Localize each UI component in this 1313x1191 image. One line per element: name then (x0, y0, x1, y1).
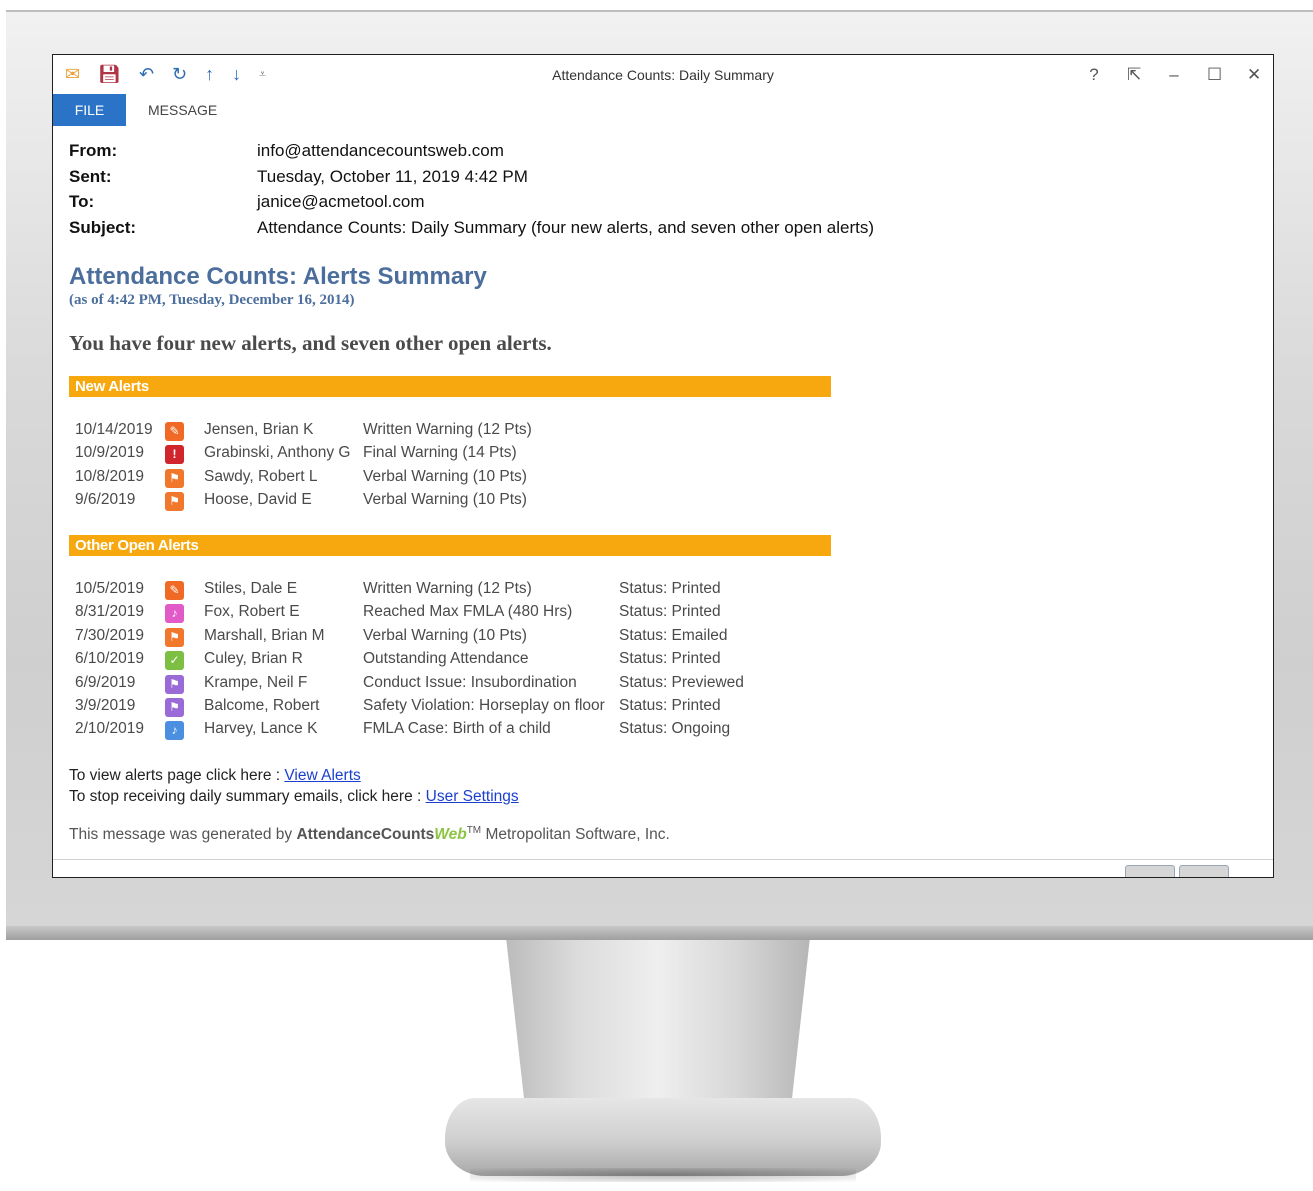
alert-employee-name: Stiles, Dale E (204, 580, 298, 597)
people-pane-toggle[interactable] (1179, 865, 1229, 877)
flag-icon: ⚑ (165, 627, 184, 647)
user-settings-link[interactable]: User Settings (426, 788, 519, 805)
view-alerts-link[interactable]: View Alerts (284, 767, 360, 784)
alert-type: FMLA Case: Birth of a child (363, 720, 551, 738)
bell-icon: ♪ (165, 604, 184, 624)
status-divider (53, 859, 1273, 860)
alert-type: Safety Violation: Horseplay on floor (363, 696, 605, 714)
close-icon[interactable]: ✕ (1247, 65, 1261, 85)
alert-type: Reached Max FMLA (480 Hrs) (363, 603, 573, 621)
monitor-stand-base (445, 1098, 881, 1176)
pencil-icon: ✎ (165, 422, 184, 441)
alert-employee-name: Sawdy, Robert L (204, 467, 318, 485)
alert-type: Final Warning (14 Pts) (363, 444, 517, 462)
alert-type: Written Warning (12 Pts) (363, 580, 532, 597)
footer-trademark: TM (466, 825, 482, 836)
footer-suffix: Metropolitan Software, Inc. (481, 826, 670, 844)
alert-employee-name: Culey, Brian R (204, 650, 303, 668)
alert-employee-name: Hoose, David E (204, 491, 312, 509)
ribbon-tabs: FILE MESSAGE (53, 94, 239, 127)
alert-date: 6/9/2019 (75, 673, 136, 691)
title-bar: ✉ 💾︎ ↶ ↻ ↑ ↓ ⩡ Attendance Counts: Daily … (53, 55, 1273, 95)
summary-message: You have four new alerts, and seven othe… (69, 331, 552, 355)
view-alerts-line: To view alerts page click here : View Al… (69, 767, 519, 788)
alert-type: Verbal Warning (10 Pts) (363, 626, 527, 644)
exclamation-icon: ! (165, 445, 184, 465)
monitor-stand-shadow (470, 1168, 856, 1182)
alert-date: 10/9/2019 (75, 444, 144, 462)
footer-prefix: This message was generated by (69, 826, 297, 844)
alert-employee-name: Jensen, Brian K (204, 421, 314, 438)
alert-type: Outstanding Attendance (363, 650, 529, 668)
alert-status: Status: Emailed (619, 626, 728, 644)
alert-employee-name: Marshall, Brian M (204, 626, 325, 644)
view-alerts-prefix: To view alerts page click here : (69, 767, 285, 784)
maximize-icon[interactable]: ☐ (1207, 65, 1222, 85)
alert-status: Status: Printed (619, 603, 721, 621)
alert-date: 10/14/2019 (75, 421, 153, 438)
tab-file[interactable]: FILE (53, 94, 126, 126)
open-alerts-heading: Other Open Alerts (69, 535, 831, 556)
user-settings-line: To stop receiving daily summary emails, … (69, 788, 519, 809)
email-links: To view alerts page click here : View Al… (69, 767, 519, 809)
alert-status: Status: Printed (619, 696, 721, 714)
bell-icon: ♪ (165, 721, 184, 741)
minimize-icon[interactable]: – (1167, 65, 1181, 85)
to-value: janice@acmetool.com (257, 192, 425, 211)
monitor-stand-neck (506, 940, 810, 1110)
alert-type: Verbal Warning (10 Pts) (363, 491, 527, 509)
sent-label: Sent: (69, 166, 112, 186)
from-value: info@attendancecountsweb.com (257, 141, 504, 160)
alert-type: Verbal Warning (10 Pts) (363, 467, 527, 485)
alert-employee-name: Grabinski, Anthony G (204, 444, 351, 462)
alert-employee-name: Krampe, Neil F (204, 673, 308, 691)
alert-date: 10/5/2019 (75, 580, 144, 597)
ribbon-display-icon[interactable]: ⇱ (1127, 65, 1141, 85)
alert-date: 7/30/2019 (75, 626, 144, 644)
alert-status: Status: Printed (619, 650, 721, 668)
footer-note: This message was generated by Attendance… (69, 825, 670, 844)
alert-status: Status: Ongoing (619, 720, 731, 738)
alert-type: Written Warning (12 Pts) (363, 421, 532, 438)
people-pane-button[interactable] (1125, 865, 1175, 877)
summary-subtitle: (as of 4:42 PM, Tuesday, December 16, 20… (69, 292, 355, 308)
from-label: From: (69, 141, 118, 160)
email-window: ✉ 💾︎ ↶ ↻ ↑ ↓ ⩡ Attendance Counts: Daily … (52, 54, 1274, 878)
flag-icon: ⚑ (165, 697, 184, 717)
alert-date: 10/8/2019 (75, 467, 144, 485)
new-alerts-heading: New Alerts (69, 376, 831, 397)
alert-employee-name: Balcome, Robert (204, 696, 320, 714)
sent-value: Tuesday, October 11, 2019 4:42 PM (257, 166, 528, 186)
alert-employee-name: Harvey, Lance K (204, 720, 318, 738)
alert-type: Conduct Issue: Insubordination (363, 673, 577, 691)
flag-icon: ⚑ (165, 468, 184, 488)
to-label: To: (69, 192, 95, 211)
help-icon[interactable]: ? (1087, 65, 1101, 85)
tab-message[interactable]: MESSAGE (126, 94, 239, 126)
flag-icon: ⚑ (165, 492, 184, 512)
pencil-icon: ✎ (165, 581, 184, 600)
alert-status: Status: Printed (619, 580, 721, 597)
alert-date: 6/10/2019 (75, 650, 144, 668)
summary-title: Attendance Counts: Alerts Summary (69, 263, 487, 290)
monitor-bottom-edge (6, 926, 1313, 940)
subject-label: Subject: (69, 217, 137, 237)
thumbs-up-icon: ✓ (165, 651, 184, 671)
user-settings-prefix: To stop receiving daily summary emails, … (69, 788, 426, 805)
alert-employee-name: Fox, Robert E (204, 603, 300, 621)
footer-brand: AttendanceCounts (296, 826, 435, 844)
alert-date: 9/6/2019 (75, 491, 136, 509)
subject-value: Attendance Counts: Daily Summary (four n… (257, 217, 875, 237)
alert-date: 3/9/2019 (75, 696, 136, 714)
window-controls: ? ⇱ – ☐ ✕ (1087, 65, 1261, 85)
footer-brand-web: Web (434, 826, 467, 844)
flag-icon: ⚑ (165, 674, 184, 694)
alert-status: Status: Previewed (619, 673, 744, 691)
alert-date: 2/10/2019 (75, 720, 144, 738)
alert-date: 8/31/2019 (75, 603, 144, 621)
